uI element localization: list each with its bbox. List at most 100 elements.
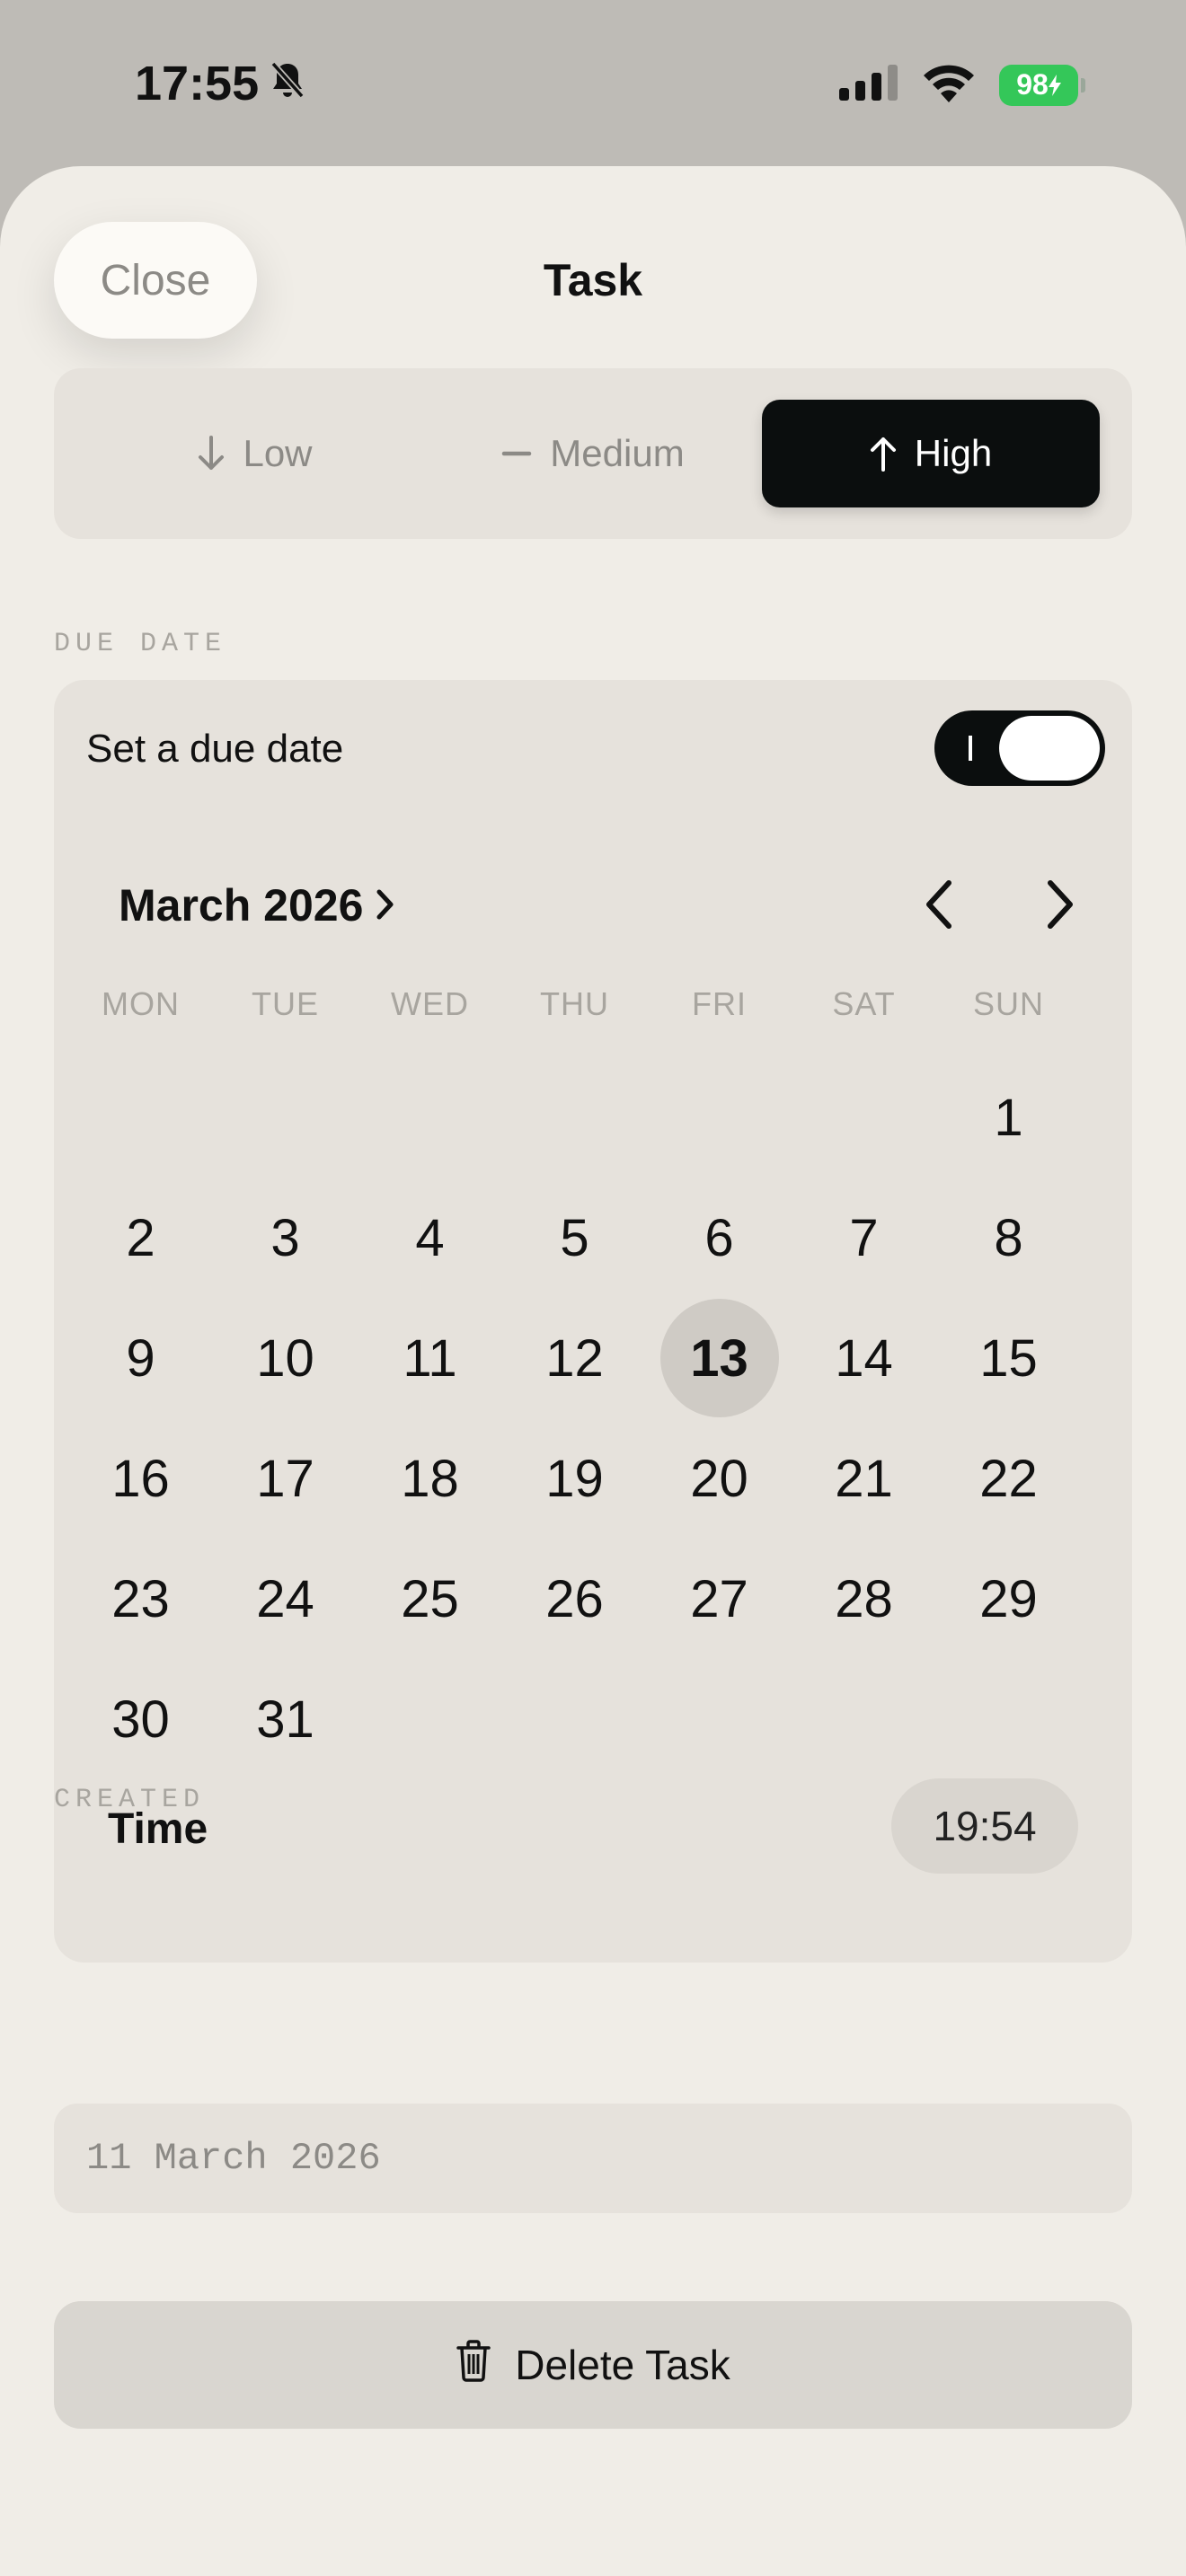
calendar-day[interactable]: 25 — [358, 1539, 502, 1659]
calendar-day-number: 5 — [560, 1208, 589, 1267]
calendar-day-number: 2 — [126, 1208, 155, 1267]
calendar-day[interactable]: 24 — [213, 1539, 358, 1659]
calendar-day-number: 28 — [835, 1569, 893, 1628]
status-time: 17:55 — [135, 56, 305, 111]
calendar-day[interactable]: 7 — [792, 1178, 936, 1298]
status-icons: 98 — [839, 63, 1085, 107]
calendar-day-number: 10 — [256, 1328, 314, 1388]
calendar-day-number: 15 — [979, 1328, 1038, 1388]
empty-day-cell — [68, 1057, 213, 1178]
calendar-day[interactable]: 1 — [936, 1057, 1081, 1178]
delete-task-label: Delete Task — [515, 2342, 730, 2388]
task-sheet: Close Task Low Medium High DUE DATE Set … — [0, 166, 1186, 2576]
calendar-day-number: 13 — [690, 1328, 748, 1388]
calendar-day-number: 1 — [994, 1088, 1023, 1147]
empty-day-cell — [647, 1057, 792, 1178]
calendar-day[interactable]: 20 — [647, 1418, 792, 1539]
calendar-day[interactable]: 11 — [358, 1298, 502, 1418]
calendar-day[interactable]: 31 — [213, 1659, 358, 1779]
calendar-day-number: 17 — [256, 1449, 314, 1508]
weekday-tue: TUE — [252, 985, 319, 1022]
empty-day-cell — [792, 1057, 936, 1178]
calendar-day-number: 4 — [415, 1208, 445, 1267]
minus-icon — [501, 436, 532, 472]
chevron-right-icon — [1045, 879, 1075, 934]
calendar-day[interactable]: 6 — [647, 1178, 792, 1298]
previous-month-button[interactable] — [907, 870, 970, 942]
calendar-day[interactable]: 15 — [936, 1298, 1081, 1418]
calendar-day[interactable]: 3 — [213, 1178, 358, 1298]
weekday-header: MON TUE WED THU FRI SAT SUN — [68, 985, 1082, 1023]
priority-medium-button[interactable]: Medium — [424, 400, 762, 507]
calendar-day[interactable]: 19 — [502, 1418, 647, 1539]
battery-icon: 98 — [999, 64, 1085, 106]
calendar-day-number: 6 — [704, 1208, 734, 1267]
calendar-day[interactable]: 9 — [68, 1298, 213, 1418]
calendar-day-number: 21 — [835, 1449, 893, 1508]
due-date-card: Set a due date March 2026 MON TUE WED THU FR… — [54, 680, 1132, 1963]
calendar-day[interactable]: 22 — [936, 1418, 1081, 1539]
calendar-day[interactable]: 14 — [792, 1298, 936, 1418]
arrow-up-icon — [870, 436, 897, 472]
calendar-day[interactable]: 4 — [358, 1178, 502, 1298]
calendar-day-selected[interactable]: 13 — [647, 1298, 792, 1418]
calendar-day-number: 11 — [403, 1328, 457, 1388]
calendar-day[interactable]: 23 — [68, 1539, 213, 1659]
empty-day-cell — [358, 1057, 502, 1178]
priority-low-label: Low — [243, 432, 313, 474]
calendar-day[interactable]: 28 — [792, 1539, 936, 1659]
chevron-left-icon — [924, 879, 954, 934]
status-time-text: 17:55 — [135, 57, 260, 110]
calendar-day[interactable]: 27 — [647, 1539, 792, 1659]
toggle-on-indicator — [969, 736, 972, 761]
calendar-day-number: 9 — [126, 1328, 155, 1388]
next-month-button[interactable] — [1029, 870, 1092, 942]
calendar-day-number: 8 — [994, 1208, 1023, 1267]
calendar-day-number: 30 — [111, 1689, 170, 1749]
calendar-day[interactable]: 21 — [792, 1418, 936, 1539]
due-date-toggle-label: Set a due date — [86, 727, 344, 771]
calendar-day[interactable]: 29 — [936, 1539, 1081, 1659]
calendar-day[interactable]: 12 — [502, 1298, 647, 1418]
calendar-day-number: 16 — [111, 1449, 170, 1508]
calendar-day[interactable]: 10 — [213, 1298, 358, 1418]
created-section-label: CREATED — [54, 1785, 206, 1815]
empty-day-cell — [502, 1057, 647, 1178]
month-picker-button[interactable]: March 2026 — [119, 879, 395, 931]
calendar-day[interactable]: 18 — [358, 1418, 502, 1539]
calendar-day-number: 19 — [545, 1449, 604, 1508]
delete-task-button[interactable]: Delete Task — [54, 2301, 1132, 2429]
calendar-day[interactable]: 17 — [213, 1418, 358, 1539]
calendar-day-number: 27 — [690, 1569, 748, 1628]
empty-day-cell — [213, 1057, 358, 1178]
bell-muted-icon — [270, 56, 305, 111]
weekday-wed: WED — [391, 985, 469, 1022]
page-title: Task — [543, 255, 643, 305]
priority-medium-label: Medium — [550, 432, 685, 474]
time-picker-button[interactable]: 19:54 — [891, 1778, 1078, 1874]
calendar-day[interactable]: 8 — [936, 1178, 1081, 1298]
weekday-fri: FRI — [692, 985, 747, 1022]
calendar-day[interactable]: 26 — [502, 1539, 647, 1659]
calendar-day[interactable]: 16 — [68, 1418, 213, 1539]
weekday-sat: SAT — [832, 985, 896, 1022]
month-label: March 2026 — [119, 880, 364, 931]
battery-level: 98 — [1016, 68, 1049, 101]
calendar-day-number: 24 — [256, 1569, 314, 1628]
priority-low-button[interactable]: Low — [86, 400, 424, 507]
weekday-sun: SUN — [972, 985, 1044, 1022]
due-date-section-label: DUE DATE — [54, 629, 227, 659]
calendar-day-number: 23 — [111, 1569, 170, 1628]
calendar-day-number: 18 — [401, 1449, 459, 1508]
due-date-toggle[interactable] — [934, 710, 1105, 786]
calendar-grid: 1 2 3 4 5 6 7 8 9 10 11 12 13 14 15 16 17 18 19 20 21 22 23 24 2… — [68, 1057, 1082, 1779]
calendar-day-number: 3 — [270, 1208, 300, 1267]
calendar-day-number: 20 — [690, 1449, 748, 1508]
calendar-day[interactable]: 2 — [68, 1178, 213, 1298]
priority-high-label: High — [914, 432, 993, 474]
priority-high-button[interactable]: High — [762, 400, 1100, 507]
calendar-day-number: 31 — [256, 1689, 314, 1749]
arrow-down-icon — [198, 436, 225, 472]
calendar-day[interactable]: 30 — [68, 1659, 213, 1779]
calendar-day[interactable]: 5 — [502, 1178, 647, 1298]
